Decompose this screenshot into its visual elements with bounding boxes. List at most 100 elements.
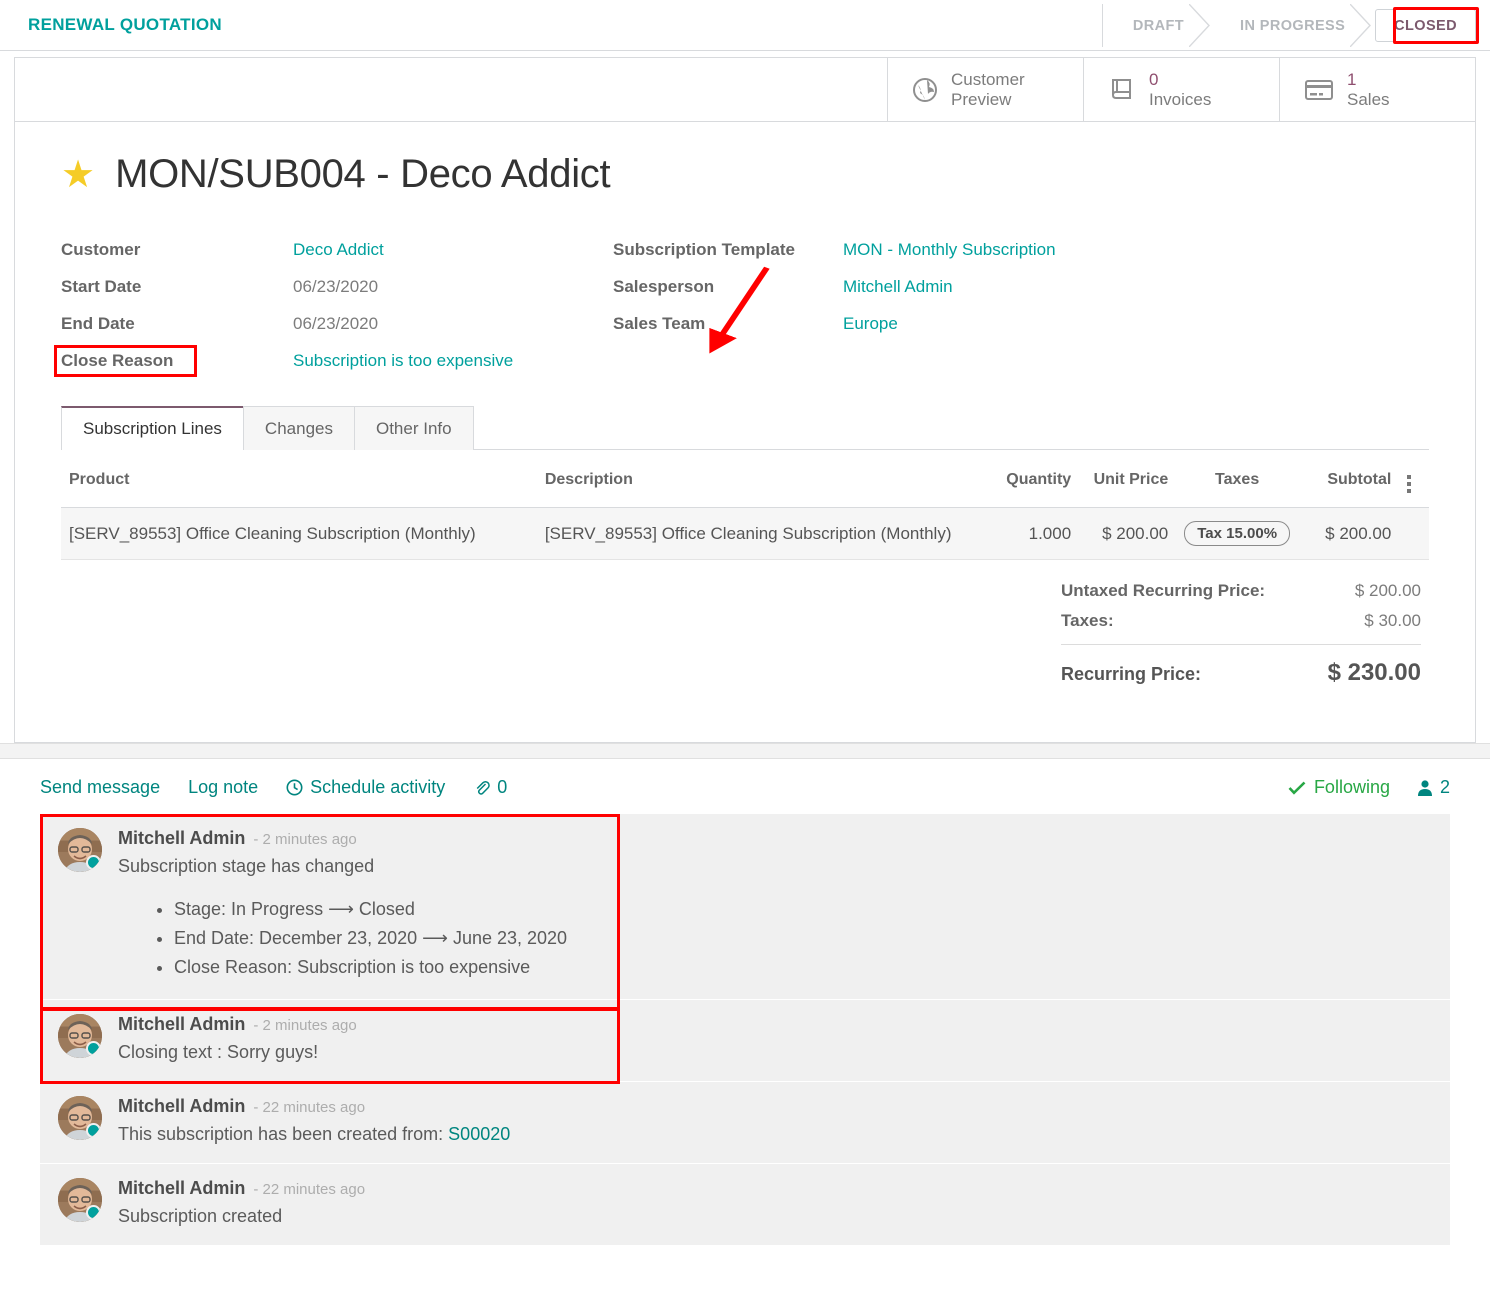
list-item: Mitchell Admin - 2 minutes ago Closing t… [40, 1000, 1450, 1082]
message-author[interactable]: Mitchell Admin [118, 828, 245, 849]
message-timestamp: - 22 minutes ago [253, 1099, 365, 1116]
list-item: Mitchell Admin - 2 minutes ago Subscript… [40, 814, 1450, 1000]
start-date-value[interactable]: 06/23/2020 [293, 277, 378, 296]
schedule-activity-button[interactable]: Schedule activity [286, 777, 445, 798]
globe-icon [912, 77, 938, 103]
message-author[interactable]: Mitchell Admin [118, 1096, 245, 1117]
cell-taxes[interactable]: Tax 15.00% [1176, 508, 1298, 560]
message-text: Subscription created [118, 1203, 1436, 1229]
table-row[interactable]: [SERV_89553] Office Cleaning Subscriptio… [61, 508, 1429, 560]
customer-preview-label-1: Customer [951, 70, 1025, 90]
chatter-toolbar: Send message Log note Schedule activity … [40, 777, 1450, 798]
followers-count: 2 [1440, 777, 1450, 798]
tab-changes-label: Changes [265, 419, 333, 438]
tab-other-info-label: Other Info [376, 419, 452, 438]
message-author[interactable]: Mitchell Admin [118, 1178, 245, 1199]
tab-changes[interactable]: Changes [243, 406, 355, 450]
credit-card-icon [1304, 78, 1334, 102]
followers-button[interactable]: 2 [1416, 777, 1450, 798]
message-author[interactable]: Mitchell Admin [118, 1014, 245, 1035]
message-list: Mitchell Admin - 2 minutes ago Subscript… [40, 814, 1450, 1246]
stage-closed-label: CLOSED [1394, 18, 1457, 34]
col-quantity[interactable]: Quantity [992, 450, 1079, 508]
status-bar: DRAFT IN PROGRESS CLOSED [1102, 4, 1476, 47]
message-text: This subscription has been created from: [118, 1124, 448, 1144]
message-timestamp: - 2 minutes ago [253, 1017, 356, 1034]
attachments-button[interactable]: 0 [473, 777, 507, 798]
sheet-chatter-divider [0, 743, 1490, 759]
star-icon[interactable]: ★ [61, 156, 95, 194]
avatar[interactable] [58, 1178, 102, 1222]
close-reason-label-cell: Close Reason [61, 342, 293, 379]
optional-columns-button[interactable] [1399, 450, 1429, 508]
title-row: ★ MON/SUB004 - Deco Addict [61, 152, 1429, 197]
tracking-values-list: Stage: In Progress ⟶ Closed End Date: De… [118, 895, 1436, 982]
attachment-count: 0 [497, 777, 507, 798]
col-description[interactable]: Description [537, 450, 992, 508]
col-taxes[interactable]: Taxes [1176, 450, 1298, 508]
customer-value[interactable]: Deco Addict [293, 240, 384, 259]
field-grid: Customer Deco Addict Subscription Templa… [61, 231, 1429, 379]
stage-draft[interactable]: DRAFT [1103, 4, 1210, 47]
online-status-dot [86, 855, 101, 870]
form-sheet-container: Customer Preview 0 Invoices [0, 57, 1490, 743]
user-icon [1416, 779, 1434, 797]
sheet-body: ★ MON/SUB004 - Deco Addict Customer Deco… [15, 122, 1475, 742]
sales-button[interactable]: 1 Sales [1279, 58, 1475, 121]
customer-preview-button[interactable]: Customer Preview [887, 58, 1083, 121]
paperclip-icon [473, 779, 490, 796]
avatar[interactable] [58, 1014, 102, 1058]
breadcrumb[interactable]: RENEWAL QUOTATION [0, 15, 222, 35]
close-reason-value[interactable]: Subscription is too expensive [293, 351, 513, 370]
check-icon [1288, 780, 1306, 796]
cell-product[interactable]: [SERV_89553] Office Cleaning Subscriptio… [61, 508, 537, 560]
col-unit-price[interactable]: Unit Price [1079, 450, 1176, 508]
message-text: Subscription stage has changed [118, 853, 1436, 879]
stage-in-progress[interactable]: IN PROGRESS [1210, 4, 1371, 47]
avatar[interactable] [58, 828, 102, 872]
stage-closed[interactable]: CLOSED [1375, 9, 1476, 42]
invoices-label: Invoices [1149, 90, 1211, 110]
book-icon [1108, 77, 1136, 103]
totals-block: Untaxed Recurring Price: $ 200.00 Taxes:… [61, 560, 1429, 722]
sales-label: Sales [1347, 90, 1390, 110]
tab-subscription-lines-label: Subscription Lines [83, 419, 222, 438]
cell-description[interactable]: [SERV_89553] Office Cleaning Subscriptio… [537, 508, 992, 560]
totals-untaxed-row: Untaxed Recurring Price: $ 200.00 [1061, 576, 1421, 606]
list-item: Mitchell Admin - 22 minutes ago Subscrip… [40, 1164, 1450, 1246]
cell-subtotal: $ 200.00 [1298, 508, 1399, 560]
taxes-value: $ 30.00 [1364, 611, 1421, 631]
salesperson-label: Salesperson [613, 268, 843, 305]
notebook-tabs: Subscription Lines Changes Other Info [61, 405, 1429, 450]
send-message-button[interactable]: Send message [40, 777, 160, 798]
following-button[interactable]: Following [1288, 777, 1390, 798]
message-text-row: This subscription has been created from:… [118, 1121, 1436, 1147]
start-date-label: Start Date [61, 268, 293, 305]
cell-quantity[interactable]: 1.000 [992, 508, 1079, 560]
invoices-count: 0 [1149, 70, 1211, 90]
source-order-link[interactable]: S00020 [448, 1124, 510, 1144]
avatar[interactable] [58, 1096, 102, 1140]
sales-team-value[interactable]: Europe [843, 314, 898, 333]
end-date-value[interactable]: 06/23/2020 [293, 314, 378, 333]
tab-other-info[interactable]: Other Info [354, 406, 474, 450]
col-subtotal[interactable]: Subtotal [1298, 450, 1399, 508]
table-header-row: Product Description Quantity Unit Price … [61, 450, 1429, 508]
tax-badge: Tax 15.00% [1184, 521, 1290, 546]
log-note-button[interactable]: Log note [188, 777, 258, 798]
options-dots-icon [1407, 475, 1411, 493]
salesperson-value[interactable]: Mitchell Admin [843, 277, 953, 296]
tab-subscription-lines[interactable]: Subscription Lines [61, 406, 244, 450]
following-label: Following [1314, 777, 1390, 798]
col-product[interactable]: Product [61, 450, 537, 508]
invoices-button[interactable]: 0 Invoices [1083, 58, 1279, 121]
page-title: MON/SUB004 - Deco Addict [115, 152, 610, 197]
close-reason-label: Close Reason [61, 351, 173, 370]
recurring-price-label: Recurring Price: [1061, 664, 1201, 685]
message-timestamp: - 2 minutes ago [253, 831, 356, 848]
chevron-separator-icon [1189, 4, 1211, 47]
cell-unit-price[interactable]: $ 200.00 [1079, 508, 1176, 560]
sales-team-label: Sales Team [613, 305, 843, 342]
subscription-template-value[interactable]: MON - Monthly Subscription [843, 240, 1056, 259]
cell-options [1399, 508, 1429, 560]
